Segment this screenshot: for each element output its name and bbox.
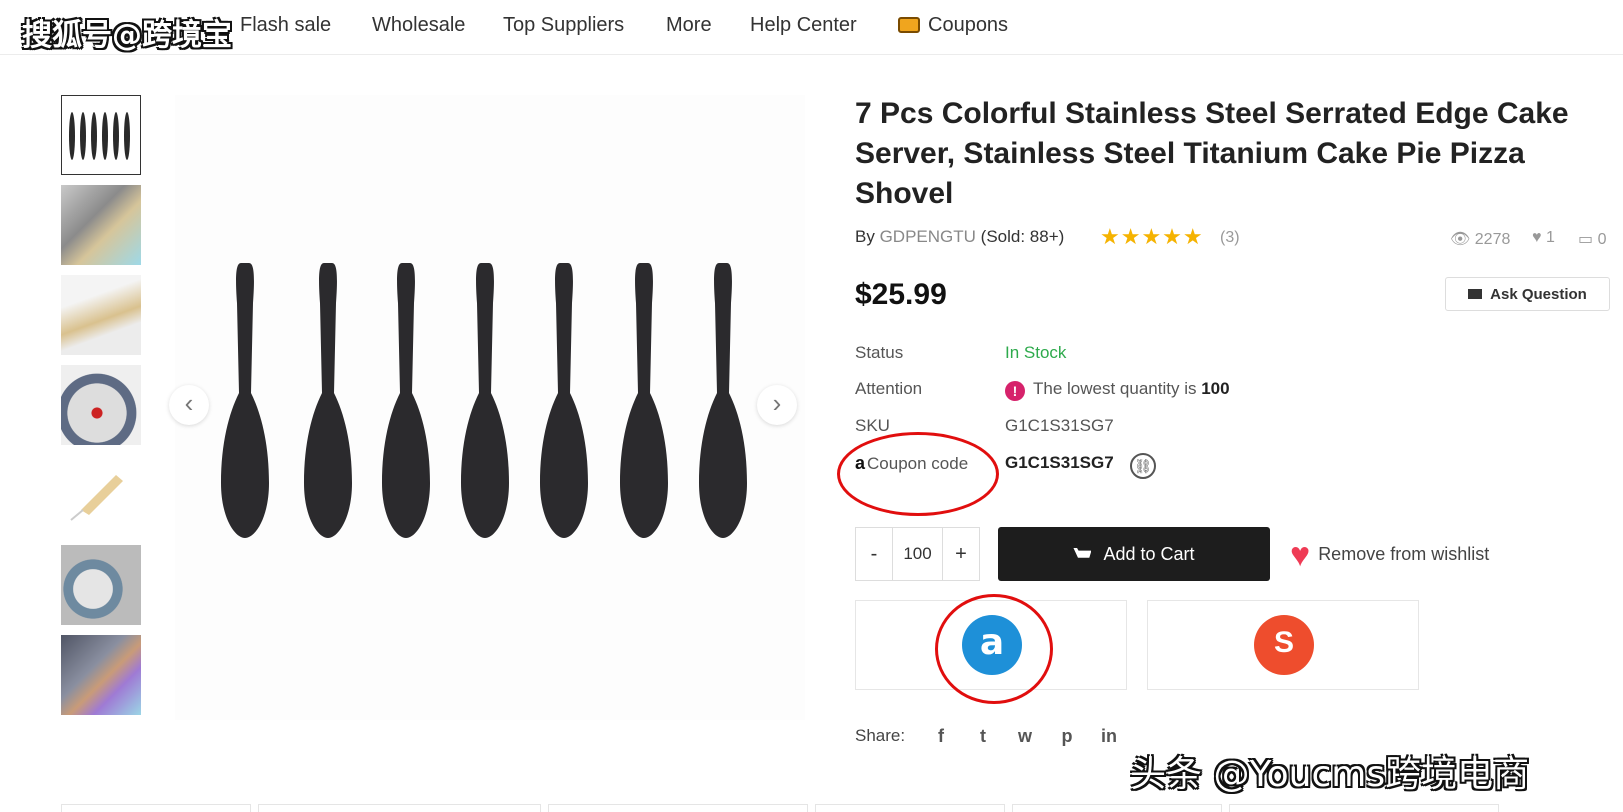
coupon-code-label: a Coupon code (855, 453, 968, 474)
quantity-increase-button[interactable]: + (943, 528, 979, 580)
add-to-cart-label: Add to Cart (1103, 544, 1195, 564)
by-label: By (855, 227, 875, 246)
prev-image-button[interactable]: ‹ (169, 385, 209, 425)
coupon-code-value: G1C1S31SG7 (1005, 453, 1114, 472)
whatsapp-icon[interactable]: w (1013, 726, 1037, 747)
next-image-button[interactable]: › (757, 385, 797, 425)
tab-strip-6[interactable] (1229, 804, 1499, 812)
shopee-bag-icon: S (1254, 615, 1314, 675)
watermark-bottom-right: 头条 @Youcms跨境电商 (1130, 754, 1530, 795)
warning-icon: ! (1005, 381, 1025, 401)
amazon-icon: a (962, 615, 1022, 675)
tab-strip-4[interactable] (815, 804, 1005, 812)
nav-help-center[interactable]: Help Center (750, 14, 857, 37)
status-value: In Stock (1005, 343, 1067, 362)
quantity-stepper: - 100 + (855, 527, 980, 581)
attention-value: ! The lowest quantity is 100 (1005, 379, 1230, 401)
watermark-top-left: 搜狐号@跨境宝 (22, 18, 232, 53)
thumbnail-4[interactable] (61, 365, 141, 445)
thumbnail-5[interactable] (61, 455, 141, 535)
status-label: Status (855, 343, 904, 362)
cart-icon (1073, 548, 1092, 558)
comments-stat[interactable]: ▭ 0 (1578, 229, 1606, 249)
attention-text: The lowest quantity is (1033, 379, 1197, 398)
thumbnail-1[interactable] (61, 95, 141, 175)
remove-wishlist-button[interactable]: ♥ Remove from wishlist (1290, 536, 1489, 575)
facebook-icon[interactable]: f (929, 726, 953, 747)
attention-label: Attention (855, 379, 923, 398)
amazon-store-button[interactable]: a (855, 600, 1127, 690)
comments-count: 0 (1597, 231, 1607, 248)
likes-count: 1 (1545, 229, 1555, 246)
thumbnail-list (61, 95, 143, 725)
add-to-cart-button[interactable]: Add to Cart (998, 527, 1270, 581)
linkedin-icon[interactable]: in (1097, 726, 1121, 747)
nav-coupons-label: Coupons (928, 14, 1009, 36)
product-price: $25.99 (855, 278, 947, 311)
review-count[interactable]: (3) (1220, 229, 1240, 247)
nav-more[interactable]: More (666, 14, 712, 37)
seller-line: By GDPENGTU (Sold: 88+) (855, 227, 1064, 247)
tab-strip-1[interactable] (61, 804, 251, 812)
product-title: 7 Pcs Colorful Stainless Steel Serrated … (855, 97, 1569, 210)
ask-question-button[interactable]: Ask Question (1445, 277, 1610, 311)
coupon-code-text: Coupon code (867, 454, 969, 473)
thumbnail-6[interactable] (61, 545, 141, 625)
cake-servers-image (221, 263, 747, 538)
nav-coupons[interactable]: Coupons (898, 14, 1008, 37)
tab-strip-5[interactable] (1012, 804, 1222, 812)
thumbnail-2[interactable] (61, 185, 141, 265)
main-product-image: ‹ › (169, 95, 805, 720)
quantity-decrease-button[interactable]: - (856, 528, 892, 580)
share-label: Share: (855, 726, 906, 745)
wishlist-label: Remove from wishlist (1318, 544, 1490, 564)
views-stat: 👁 2278 (1450, 229, 1510, 249)
sku-value: G1C1S31SG7 (1005, 416, 1114, 435)
sku-label: SKU (855, 416, 890, 435)
views-count: 2278 (1474, 231, 1511, 248)
attention-qty: 100 (1201, 379, 1230, 398)
copy-link-icon[interactable]: ⛓ (1130, 453, 1156, 479)
thumbnail-7[interactable] (61, 635, 141, 715)
likes-stat[interactable]: ♥ 1 (1532, 229, 1555, 247)
sold-count: (Sold: 88+) (980, 227, 1065, 246)
highlight-coupon-circle (837, 432, 999, 516)
gold-server-image (70, 475, 123, 521)
quantity-input[interactable]: 100 (892, 528, 943, 580)
shopee-store-button[interactable]: S (1147, 600, 1419, 690)
ask-question-label: Ask Question (1490, 286, 1587, 303)
nav-top-suppliers[interactable]: Top Suppliers (503, 14, 624, 37)
thumbnail-3[interactable] (61, 275, 141, 355)
mail-icon (1468, 289, 1483, 299)
rating-stars: ★★★★★ (1100, 224, 1204, 249)
heart-icon: ♥ (1290, 536, 1311, 574)
coupon-ticket-icon (898, 17, 920, 33)
nav-flash-sale[interactable]: Flash sale (240, 14, 331, 37)
tab-strip-3[interactable] (548, 804, 808, 812)
comment-icon: ▭ (1578, 231, 1594, 248)
twitter-icon[interactable]: t (971, 726, 995, 747)
black-servers-image (69, 112, 130, 160)
tab-strip-2[interactable] (258, 804, 541, 812)
nav-wholesale[interactable]: Wholesale (372, 14, 465, 37)
top-nav: Flash sale Wholesale Top Suppliers More … (0, 0, 1623, 55)
heart-outline-icon: ♥ (1532, 229, 1542, 246)
seller-link[interactable]: GDPENGTU (880, 227, 976, 246)
amazon-logo-icon: a (855, 453, 866, 473)
eye-icon: 👁 (1450, 231, 1471, 248)
pinterest-icon[interactable]: p (1055, 726, 1079, 747)
